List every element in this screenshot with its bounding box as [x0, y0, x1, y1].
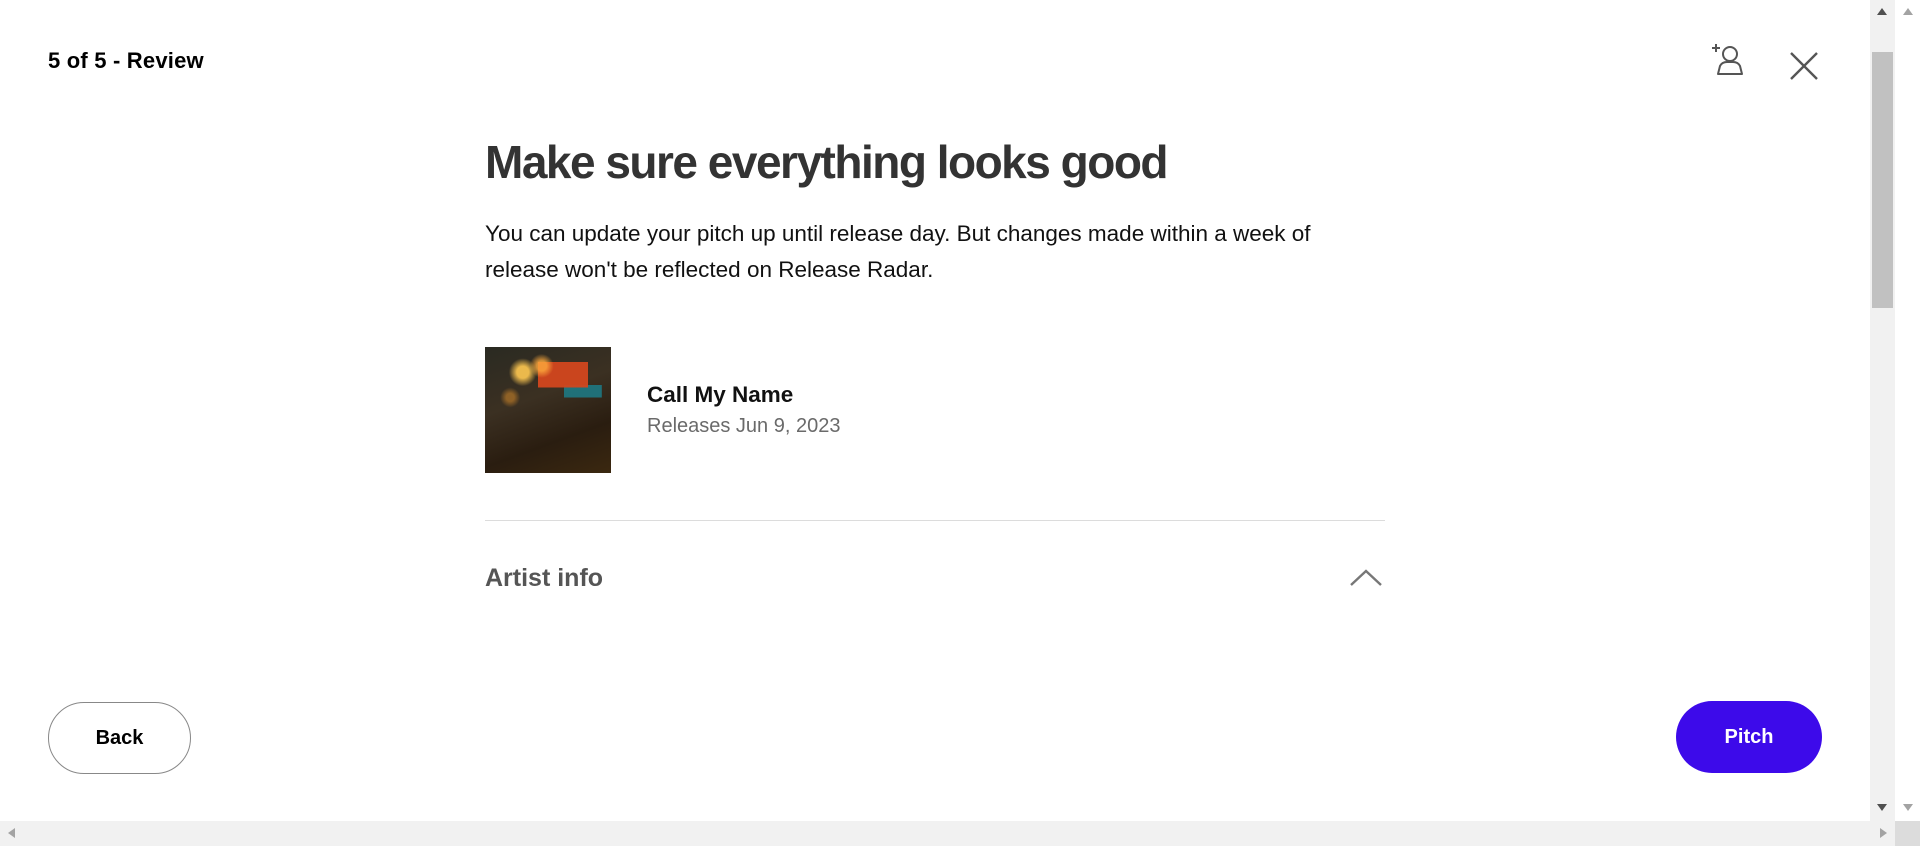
- page-scrollbar[interactable]: [1895, 0, 1920, 821]
- scroll-down-arrow-icon[interactable]: [1877, 804, 1887, 811]
- scroll-up-arrow-icon[interactable]: [1877, 8, 1887, 15]
- release-summary: Call My Name Releases Jun 9, 2023: [485, 347, 840, 473]
- page: 5 of 5 - Review Make sure everything loo…: [0, 0, 1920, 846]
- add-person-icon: [1712, 44, 1743, 75]
- add-collaborator-button[interactable]: [1704, 38, 1752, 82]
- release-date: Releases Jun 9, 2023: [647, 415, 841, 437]
- release-title: Call My Name: [647, 382, 794, 407]
- section-title: Artist info: [485, 563, 604, 592]
- page-title: Make sure everything looks good: [485, 136, 1169, 188]
- horizontal-scrollbar[interactable]: [0, 821, 1895, 846]
- close-button[interactable]: [1782, 44, 1826, 88]
- page-description: You can update your pitch up until relea…: [485, 221, 1311, 282]
- scrollbar-thumb[interactable]: [1872, 52, 1893, 308]
- scroll-left-arrow-icon[interactable]: [8, 828, 15, 838]
- dialog-scrollbar[interactable]: [1870, 0, 1895, 821]
- album-cover: [485, 347, 611, 473]
- scrollbar-corner: [1895, 821, 1920, 846]
- review-content: Make sure everything looks good You can …: [485, 130, 1385, 592]
- scroll-right-arrow-icon[interactable]: [1880, 828, 1887, 838]
- artist-info-toggle[interactable]: Artist info: [485, 558, 1385, 598]
- divider: [485, 520, 1385, 521]
- page-scroll-down-icon[interactable]: [1903, 804, 1913, 811]
- back-button[interactable]: Back: [48, 702, 191, 774]
- release-details: Call My Name Releases Jun 9, 2023: [647, 379, 840, 441]
- step-label: 5 of 5 - Review: [48, 48, 204, 73]
- review-dialog: 5 of 5 - Review Make sure everything loo…: [0, 0, 1870, 821]
- chevron-up-icon: [1350, 569, 1382, 586]
- pitch-button[interactable]: Pitch: [1676, 701, 1822, 773]
- close-icon: [1790, 52, 1818, 80]
- page-scroll-up-icon[interactable]: [1903, 8, 1913, 15]
